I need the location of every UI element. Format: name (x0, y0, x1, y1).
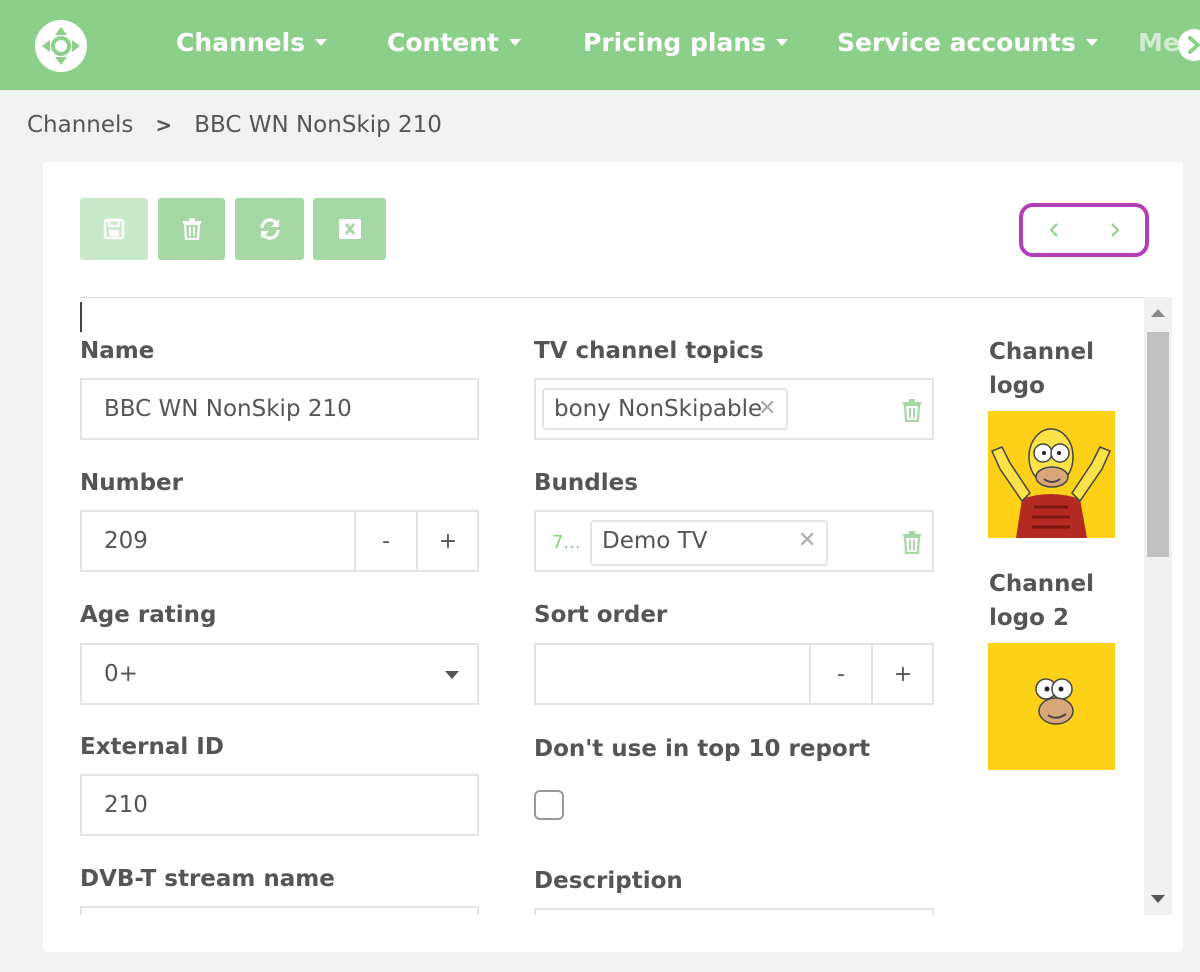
nav-item-channels[interactable]: Channels (176, 28, 328, 57)
top-navigation-bar: Channels Content Pricing plans Service a… (0, 0, 1200, 90)
breadcrumb-current: BBC WN NonSkip 210 (194, 112, 442, 138)
record-pager (1019, 203, 1149, 257)
bundles-input[interactable]: 7... Demo TV ✕ (534, 510, 934, 572)
nav-item-label: Channels (176, 28, 306, 57)
external-id-value: 210 (104, 792, 148, 818)
nav-item-label: Pricing plans (583, 28, 767, 57)
save-icon (103, 218, 125, 240)
close-button[interactable] (313, 198, 386, 260)
next-record-button[interactable] (1095, 210, 1135, 250)
nav-item-label: Content (387, 28, 499, 57)
chevron-left-icon (1049, 223, 1058, 237)
scroll-up-arrow-icon[interactable] (1151, 309, 1165, 317)
age-rating-label: Age rating (80, 602, 217, 628)
description-input[interactable] (534, 908, 934, 915)
breadcrumb-separator: > (155, 113, 173, 137)
name-value: BBC WN NonSkip 210 (104, 396, 352, 422)
text-cursor (80, 302, 82, 332)
age-rating-select[interactable]: 0+ (80, 643, 479, 705)
channel-logo-label: Channel logo (989, 339, 1095, 399)
sort-order-decrement-button[interactable]: - (809, 645, 871, 703)
chevron-down-icon (445, 671, 459, 679)
topic-tag: bony NonSkipable ✕ (542, 388, 788, 430)
refresh-button[interactable] (235, 198, 304, 260)
top10-label: Don't use in top 10 report (534, 736, 871, 762)
dvbt-stream-name-input[interactable] (80, 906, 479, 915)
bundles-label: Bundles (534, 470, 638, 496)
tv-channel-topics-input[interactable]: bony NonSkipable ✕ (534, 378, 934, 440)
nav-item-pricing-plans[interactable]: Pricing plans (583, 28, 789, 57)
nav-item-content[interactable]: Content (387, 28, 521, 57)
sort-order-label: Sort order (534, 602, 668, 628)
form-scrollbar[interactable] (1144, 297, 1172, 915)
clear-bundles-icon[interactable] (902, 530, 922, 560)
breadcrumb: Channels > BBC WN NonSkip 210 (27, 112, 442, 138)
remove-tag-icon[interactable]: ✕ (798, 528, 816, 553)
trash-icon (182, 218, 201, 240)
navigation-compass-icon[interactable] (34, 19, 88, 73)
save-button[interactable] (80, 198, 148, 260)
scrollbar-thumb[interactable] (1147, 332, 1169, 557)
caret-down-icon (315, 39, 328, 46)
bundles-prefix: 7... (552, 532, 581, 553)
chevron-right-icon (1110, 223, 1119, 237)
caret-down-icon (1085, 39, 1098, 46)
name-label: Name (80, 338, 155, 364)
name-input[interactable]: BBC WN NonSkip 210 (80, 378, 479, 440)
caret-down-icon (776, 39, 789, 46)
top10-checkbox[interactable] (534, 790, 564, 820)
channel-form: Name BBC WN NonSkip 210 Number 209 - + A… (80, 297, 1145, 915)
bundle-tag: Demo TV ✕ (590, 520, 828, 566)
refresh-icon (259, 218, 280, 240)
external-id-input[interactable]: 210 (80, 774, 479, 836)
delete-button[interactable] (158, 198, 225, 260)
external-id-label: External ID (80, 734, 224, 760)
age-rating-value: 0+ (104, 661, 138, 687)
number-label: Number (80, 470, 183, 496)
previous-record-button[interactable] (1034, 210, 1074, 250)
number-stepper[interactable]: 209 - + (80, 510, 479, 572)
topic-tag-label: bony NonSkipable (554, 396, 763, 422)
channel-logo-image[interactable] (988, 411, 1115, 538)
channel-logo-2-label: Channel logo 2 (989, 571, 1095, 631)
number-decrement-button[interactable]: - (354, 512, 416, 570)
chevron-right-icon[interactable] (1178, 29, 1200, 61)
dvbt-stream-name-label: DVB-T stream name (80, 866, 335, 892)
number-value: 209 (104, 528, 148, 554)
nav-item-more[interactable]: Me (1138, 28, 1180, 57)
clear-topics-icon[interactable] (902, 398, 922, 428)
description-label: Description (534, 868, 683, 894)
tv-channel-topics-label: TV channel topics (534, 338, 764, 364)
nav-item-label: Service accounts (837, 28, 1076, 57)
sort-order-stepper[interactable]: - + (534, 643, 934, 705)
number-increment-button[interactable]: + (416, 512, 478, 570)
breadcrumb-root[interactable]: Channels (27, 112, 133, 138)
close-box-icon (338, 219, 361, 239)
scroll-down-arrow-icon[interactable] (1151, 895, 1165, 903)
channel-logo-2-image[interactable] (988, 643, 1115, 770)
bundle-tag-label: Demo TV (602, 528, 708, 554)
nav-item-service-accounts[interactable]: Service accounts (837, 28, 1098, 57)
sort-order-increment-button[interactable]: + (871, 645, 933, 703)
remove-tag-icon[interactable]: ✕ (758, 396, 776, 421)
caret-down-icon (508, 39, 521, 46)
channel-edit-panel: Name BBC WN NonSkip 210 Number 209 - + A… (43, 162, 1183, 952)
